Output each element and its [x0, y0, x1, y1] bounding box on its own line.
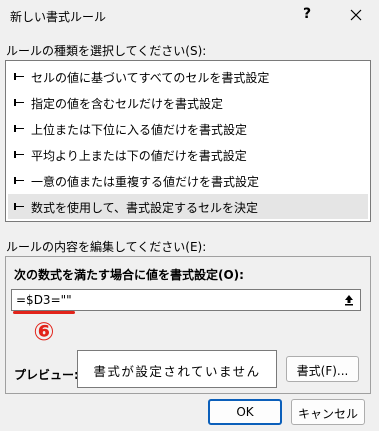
- preview-box: 書式が設定されていません: [77, 350, 277, 388]
- collapse-dialog-icon: [345, 295, 353, 306]
- help-button[interactable]: ?: [303, 6, 311, 22]
- rule-bullet-icon: [14, 70, 24, 82]
- formula-value: =$D3="": [16, 293, 72, 307]
- rule-type-item-label: 平均より上または下の値だけを書式設定: [31, 149, 247, 163]
- rule-type-item-label: 上位または下位に入る値だけを書式設定: [31, 123, 248, 137]
- rule-type-item[interactable]: 上位または下位に入る値だけを書式設定: [8, 116, 368, 141]
- rule-type-label: ルールの種類を選択してください(S):: [6, 44, 207, 58]
- ok-button[interactable]: OK: [208, 399, 282, 425]
- rule-bullet-icon: [14, 174, 24, 186]
- ok-button-label: OK: [236, 405, 254, 419]
- preview-label: プレビュー:: [14, 368, 79, 382]
- rule-bullet-icon: [14, 122, 24, 134]
- annotation-marker: ⑥: [33, 317, 55, 346]
- close-icon: [350, 9, 362, 21]
- cancel-button-label: キャンセル: [297, 407, 358, 421]
- rule-type-item-label: セルの値に基づいてすべてのセルを書式設定: [31, 71, 270, 85]
- formula-label: 次の数式を満たす場合に値を書式設定(O):: [14, 268, 244, 282]
- rule-type-item[interactable]: 一意の値または重複する値だけを書式設定: [8, 168, 368, 193]
- rule-type-item[interactable]: 平均より上または下の値だけを書式設定: [8, 142, 368, 167]
- rule-type-item-selected[interactable]: 数式を使用して、書式設定するセルを決定: [8, 194, 368, 219]
- rule-content-label: ルールの内容を編集してください(E):: [6, 240, 207, 254]
- rule-bullet-icon: [14, 200, 24, 212]
- rule-bullet-icon: [14, 96, 24, 108]
- rule-bullet-icon: [14, 148, 24, 160]
- formula-input[interactable]: =$D3="": [11, 289, 361, 311]
- dialog-title: 新しい書式ルール: [10, 10, 107, 24]
- range-select-button[interactable]: [341, 292, 357, 308]
- format-button-label: 書式(F)...: [296, 364, 349, 378]
- format-button[interactable]: 書式(F)...: [286, 356, 359, 382]
- title-bar: 新しい書式ルール ?: [0, 0, 379, 32]
- rule-type-list[interactable]: セルの値に基づいてすべてのセルを書式設定 指定の値を含むセルだけを書式設定 上位…: [5, 60, 371, 222]
- new-formatting-rule-dialog: 新しい書式ルール ? ルールの種類を選択してください(S): セルの値に基づいて…: [0, 0, 379, 431]
- rule-type-item-label: 一意の値または重複する値だけを書式設定: [31, 175, 260, 189]
- rule-type-item-label: 数式を使用して、書式設定するセルを決定: [31, 201, 259, 215]
- rule-type-item[interactable]: 指定の値を含むセルだけを書式設定: [8, 90, 368, 115]
- preview-text: 書式が設定されていません: [93, 364, 261, 379]
- rule-type-item[interactable]: セルの値に基づいてすべてのセルを書式設定: [8, 64, 368, 89]
- rule-type-item-label: 指定の値を含むセルだけを書式設定: [31, 97, 224, 111]
- close-button[interactable]: [342, 3, 370, 27]
- annotation-underline: [13, 311, 75, 314]
- cancel-button[interactable]: キャンセル: [291, 399, 365, 425]
